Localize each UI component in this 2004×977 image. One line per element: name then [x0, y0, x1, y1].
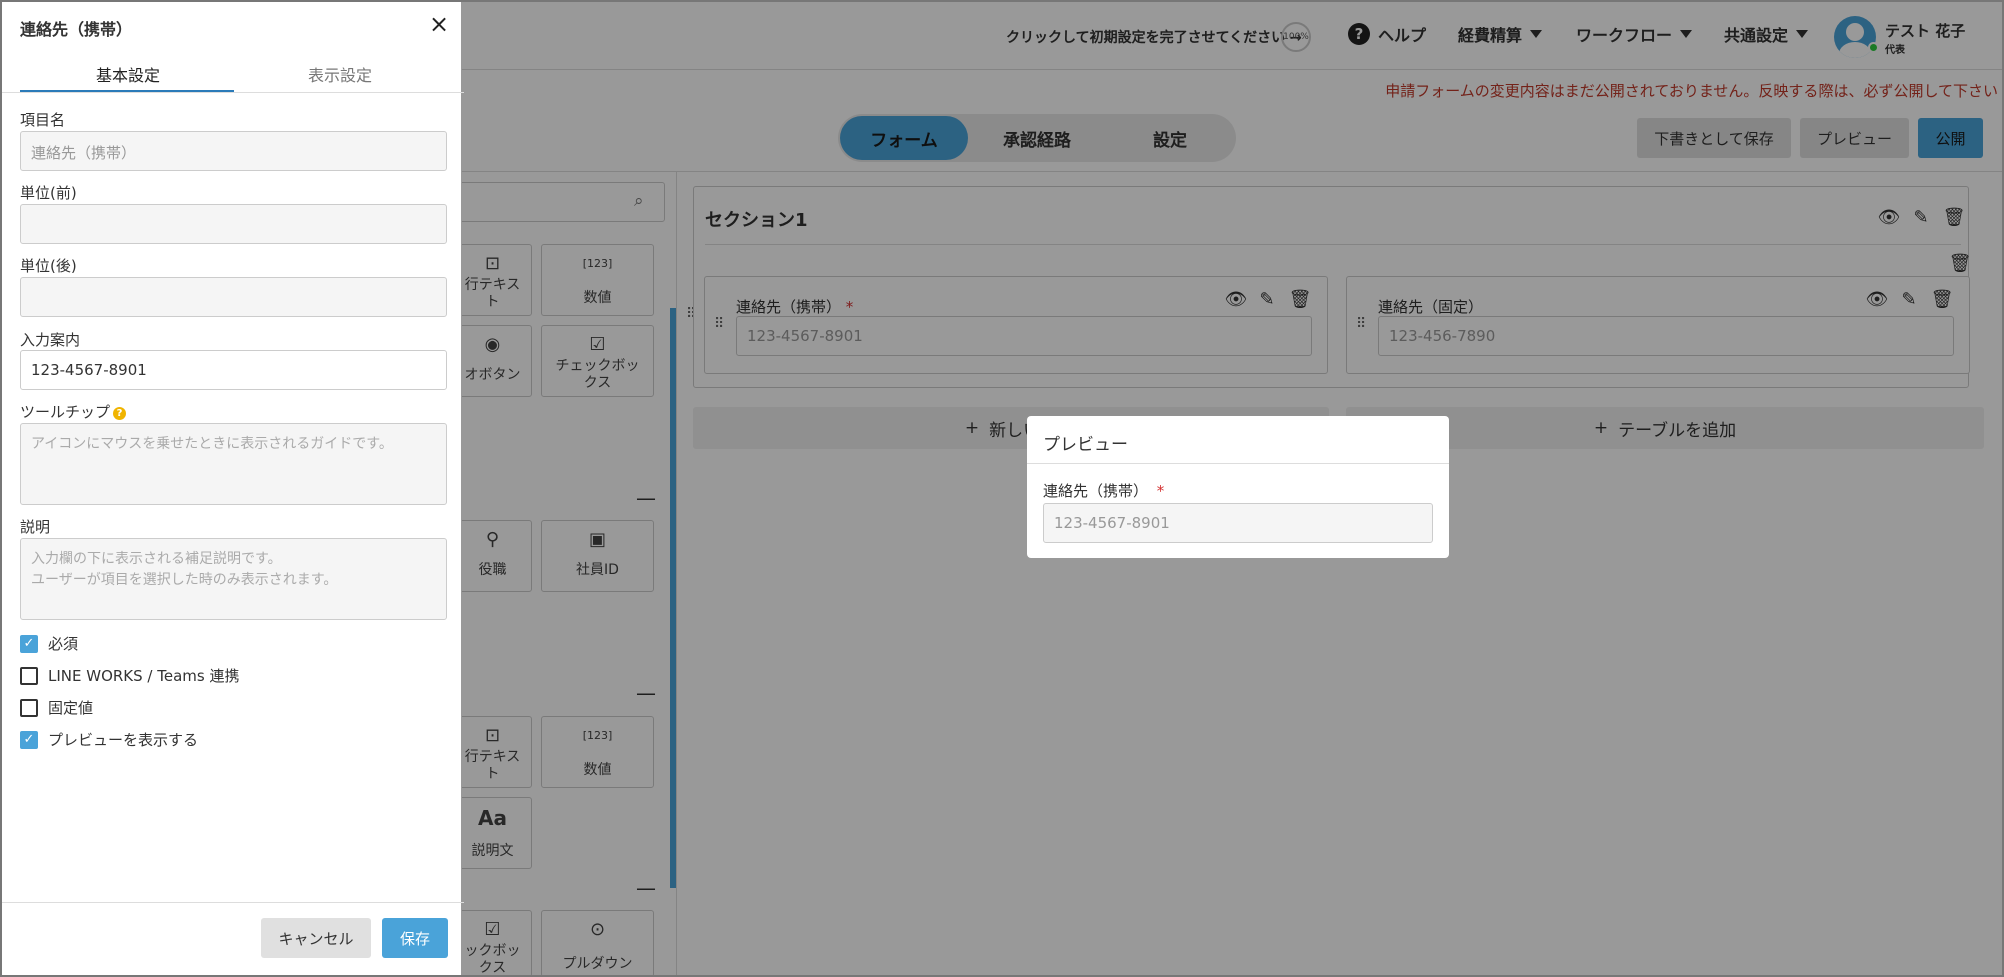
- window-frame: [0, 0, 2004, 977]
